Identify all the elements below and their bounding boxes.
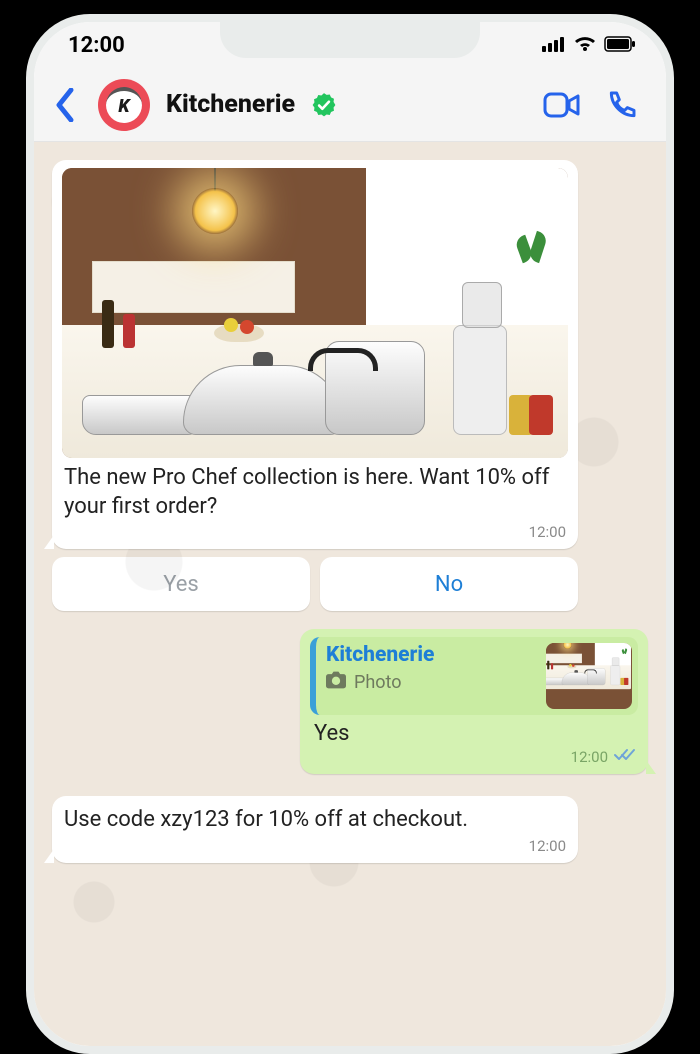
quoted-thumbnail xyxy=(546,643,632,709)
incoming-message-promo[interactable]: The new Pro Chef collection is here. Wan… xyxy=(52,160,578,549)
promo-text: The new Pro Chef collection is here. Wan… xyxy=(62,462,568,523)
promo-time: 12:00 xyxy=(62,523,568,543)
status-icons xyxy=(542,33,636,58)
wifi-icon xyxy=(574,33,596,58)
chat-area[interactable]: The new Pro Chef collection is here. Wan… xyxy=(34,142,666,1046)
reply-text: Yes xyxy=(310,719,638,748)
camera-icon xyxy=(326,671,346,694)
battery-icon xyxy=(604,33,636,58)
followup-text: Use code xzy123 for 10% off at checkout. xyxy=(62,804,568,837)
quick-reply-yes[interactable]: Yes xyxy=(52,557,310,611)
reply-time: 12:00 xyxy=(571,748,608,766)
promo-image[interactable] xyxy=(62,168,568,458)
cellular-icon xyxy=(542,33,566,58)
quick-reply-no[interactable]: No xyxy=(320,557,578,611)
clock: 12:00 xyxy=(68,33,125,58)
avatar-initial: K xyxy=(106,87,142,123)
quoted-type: Photo xyxy=(354,672,402,693)
phone-frame: 12:00 K Kitchenerie xyxy=(26,14,674,1054)
chat-header: K Kitchenerie xyxy=(34,68,666,142)
video-call-button[interactable] xyxy=(540,83,584,127)
incoming-message-followup[interactable]: Use code xzy123 for 10% off at checkout.… xyxy=(52,796,578,863)
quoted-sender: Kitchenerie xyxy=(326,643,536,667)
read-receipt-icon xyxy=(614,748,636,766)
reply-time-row: 12:00 xyxy=(310,748,638,768)
chat-title[interactable]: Kitchenerie xyxy=(166,90,295,119)
voice-call-button[interactable] xyxy=(600,83,644,127)
verified-badge-icon xyxy=(311,92,337,118)
quick-reply-row: Yes No xyxy=(52,557,578,611)
quoted-reply[interactable]: Kitchenerie Photo xyxy=(310,637,638,715)
avatar[interactable]: K xyxy=(98,79,150,131)
back-button[interactable] xyxy=(48,83,82,127)
notch xyxy=(220,22,480,58)
followup-time: 12:00 xyxy=(62,837,568,857)
outgoing-message-reply[interactable]: Kitchenerie Photo xyxy=(300,629,648,774)
